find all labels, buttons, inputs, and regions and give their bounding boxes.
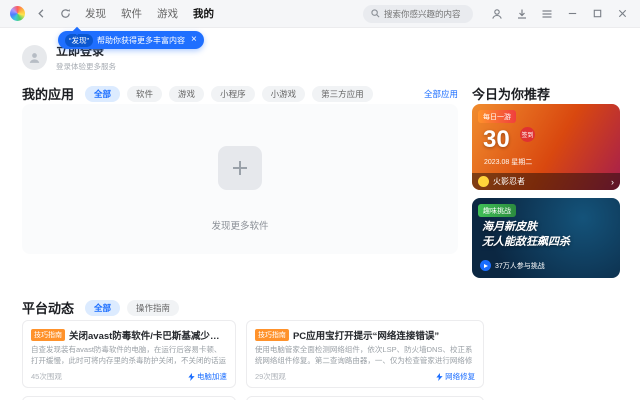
refresh-icon[interactable] — [57, 6, 73, 22]
my-apps-header: 我的应用 全部 软件 游戏 小程序 小游戏 第三方应用 全部应用 — [22, 84, 458, 103]
daily-badge: 每日一游 — [478, 110, 516, 123]
nav-item-software[interactable]: 软件 — [121, 0, 142, 28]
daily-game-name: 火影忍者 — [493, 177, 525, 186]
back-icon[interactable] — [33, 6, 49, 22]
article-footer: 29次围观 网络修复 — [255, 371, 475, 382]
tab-thirdparty[interactable]: 第三方应用 — [312, 85, 373, 102]
add-apps-button[interactable] — [218, 146, 262, 190]
feed-tab-guide[interactable]: 操作指南 — [127, 299, 180, 316]
article-title-row: 技巧指南 关闭avast防毒软件/卡巴斯基减少卡顿现象 — [31, 328, 227, 342]
tab-minigames[interactable]: 小游戏 — [261, 85, 306, 102]
article-footer: 45次围观 电脑加速 — [31, 371, 227, 382]
app-window: 发现 软件 游戏 我的 搜索你感兴趣的内容 “发现” 帮助你获得更多丰富内容 ×… — [0, 0, 640, 400]
article-title: 关闭avast防毒软件/卡巴斯基减少卡顿现象 — [69, 331, 227, 342]
chevron-right-icon: › — [611, 176, 614, 187]
tab-miniprograms[interactable]: 小程序 — [211, 85, 255, 102]
challenge-card[interactable]: 趣味挑战 海月新皮肤 无人能敌狂飙四杀 37万人参与挑战 — [472, 198, 620, 278]
article-desc: 自查发现装有avast防毒软件的电脑，在运行后容易卡顿、打开缓慢，此时可将内存里… — [31, 345, 226, 367]
tab-software[interactable]: 软件 — [127, 85, 163, 102]
challenge-stat: 37万人参与挑战 — [495, 262, 545, 270]
discover-more-label[interactable]: 发现更多软件 — [22, 218, 458, 232]
app-logo-icon[interactable] — [10, 6, 25, 21]
article-views: 29次围观 — [254, 372, 286, 381]
page-content: 立即登录 登录体验更多服务 我的应用 全部 软件 游戏 小程序 小游戏 第三方应… — [0, 28, 640, 400]
challenge-line2: 无人能敌狂飙四杀 — [482, 235, 570, 248]
daily-day-number: 30 — [483, 126, 510, 153]
article-views: 45次围观 — [31, 372, 62, 381]
article-title: PC应用宝打开提示“网络连接错误” — [292, 331, 440, 342]
article-desc: 使用电脑管家全面检测网络组件，依次LSP、防火墙DNS、校正系统网络组件修复。第… — [254, 345, 473, 367]
feed-tab-all[interactable]: 全部 — [85, 299, 121, 316]
article-title-row: 技巧指南 PC应用宝打开提示“网络连接错误” — [254, 328, 475, 342]
bolt-icon — [188, 372, 195, 381]
play-icon[interactable] — [480, 260, 491, 271]
menu-icon[interactable] — [539, 6, 555, 22]
article-action-label: 电脑加速 — [196, 372, 227, 381]
article-action-label: 网络修复 — [445, 372, 476, 381]
login-subtext: 登录体验更多服务 — [56, 62, 116, 71]
article-card[interactable]: 技巧指南 PC应用宝打开提示“网络连接错误” 使用电脑管家全面检测网络组件，依次… — [245, 320, 485, 388]
close-icon[interactable] — [614, 6, 630, 22]
my-apps-title: 我的应用 — [22, 87, 75, 102]
recommend-title: 今日为你推荐 — [472, 87, 551, 102]
tooltip-tag: “发现” — [65, 33, 93, 47]
maximize-icon[interactable] — [589, 6, 605, 22]
feed-grid: 技巧指南 关闭avast防毒软件/卡巴斯基减少卡顿现象 自查发现装有avast防… — [22, 320, 485, 400]
all-apps-link[interactable]: 全部应用 — [424, 88, 458, 100]
daily-game-strip[interactable]: 火影忍者 › — [472, 173, 620, 190]
daily-game-card[interactable]: 每日一游 30 签到 2023.08 星期二 火影忍者 › — [472, 104, 620, 190]
search-box[interactable] — [363, 4, 473, 23]
article-card[interactable]: 新手入门 pc应用宝网络兼容性和DNS隔离 — [22, 396, 236, 400]
article-card[interactable]: 技巧指南 关闭avast防毒软件/卡巴斯基减少卡顿现象 自查发现装有avast防… — [22, 320, 236, 388]
daily-signin-badge[interactable]: 签到 — [520, 127, 535, 142]
search-icon — [371, 9, 380, 18]
minimize-icon[interactable] — [564, 6, 580, 22]
article-badge: 技巧指南 — [31, 329, 65, 341]
article-action-link[interactable]: 网络修复 — [436, 371, 475, 382]
article-badge: 技巧指南 — [254, 329, 289, 341]
article-card[interactable]: 技巧指南 pcqq更新软件（开启）问题，只根是卡顿的解决 — [245, 396, 485, 400]
nav-item-mine[interactable]: 我的 — [193, 0, 214, 28]
challenge-text: 海月新皮肤 无人能敌狂飙四杀 — [482, 220, 570, 250]
nav-item-games[interactable]: 游戏 — [157, 0, 178, 28]
challenge-stat-row: 37万人参与挑战 — [480, 260, 545, 271]
search-input[interactable] — [384, 8, 465, 19]
download-icon[interactable] — [514, 6, 530, 22]
avatar[interactable] — [22, 44, 47, 70]
tooltip-close-icon[interactable]: × — [191, 35, 197, 45]
daily-date: 2023.08 星期二 — [484, 159, 533, 166]
game-avatar — [478, 176, 489, 187]
my-apps-card: 发现更多软件 — [22, 104, 458, 254]
challenge-badge: 趣味挑战 — [478, 204, 516, 217]
tooltip-text: 帮助你获得更多丰富内容 — [97, 35, 185, 45]
user-icon[interactable] — [489, 6, 505, 22]
bolt-icon — [436, 372, 443, 381]
title-bar: 发现 软件 游戏 我的 — [0, 0, 640, 28]
main-nav: 发现 软件 游戏 我的 — [85, 0, 214, 28]
tab-all-apps[interactable]: 全部 — [85, 85, 121, 102]
discover-tooltip: “发现” 帮助你获得更多丰富内容 × — [58, 31, 204, 49]
nav-item-discover[interactable]: 发现 — [85, 0, 106, 28]
feed-title: 平台动态 — [22, 301, 75, 316]
feed-header: 平台动态 全部 操作指南 — [22, 298, 458, 317]
tab-games[interactable]: 游戏 — [169, 85, 205, 102]
challenge-line1: 海月新皮肤 — [482, 221, 537, 233]
article-action-link[interactable]: 电脑加速 — [188, 371, 227, 382]
plus-icon — [229, 157, 251, 179]
titlebar-actions — [489, 6, 630, 22]
